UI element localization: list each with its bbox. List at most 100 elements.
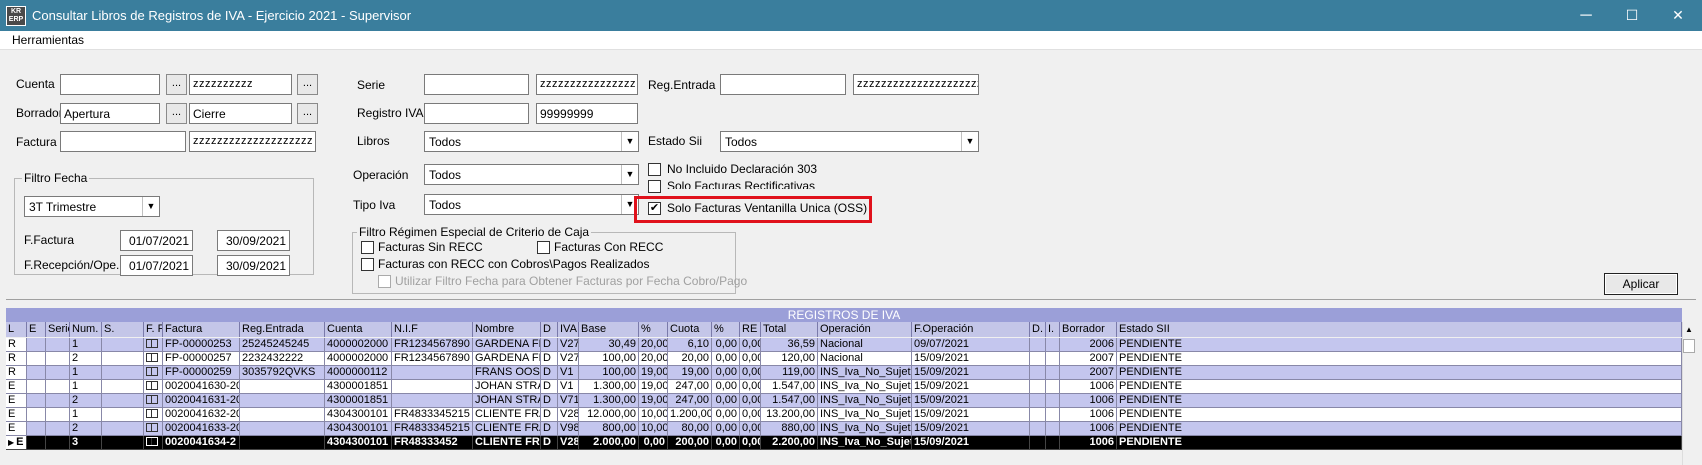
scroll-thumb[interactable] — [1683, 339, 1695, 353]
col-header-e[interactable]: E — [27, 322, 46, 337]
book-icon[interactable] — [146, 353, 158, 362]
col-header-num-reg[interactable]: Num. Reg. — [70, 322, 102, 337]
col-header-re[interactable]: RE — [740, 322, 761, 337]
col-header-d[interactable]: D — [541, 322, 558, 337]
col-header-f-factura[interactable]: F. Factura — [144, 322, 163, 337]
factura-to-input[interactable]: zzzzzzzzzzzzzzzzzzzz — [189, 131, 316, 152]
minimize-button[interactable]: ─ — [1563, 0, 1609, 31]
col-header-pct-re[interactable]: % — [712, 322, 740, 337]
book-icon[interactable] — [146, 381, 158, 390]
col-header-i[interactable]: I. — [1046, 322, 1060, 337]
cell-e — [27, 422, 46, 436]
estado-sii-select[interactable]: Todos ▼ — [720, 131, 979, 152]
col-header-factura[interactable]: Factura — [163, 322, 240, 337]
cell-operacion: INS_Iva_No_Sujeto — [818, 408, 912, 422]
reg-entrada-to-input[interactable]: zzzzzzzzzzzzzzzzzzzzz — [853, 74, 979, 95]
col-header-reg-entrada[interactable]: Reg.Entrada — [240, 322, 325, 337]
registro-iva-to-input[interactable]: 99999999 — [536, 103, 638, 124]
cell-pct: 20,00 — [639, 338, 668, 352]
fecha-period-select[interactable]: 3T Trimestre ▼ — [24, 196, 160, 217]
cuenta-from-lookup-button[interactable]: ... — [166, 74, 187, 95]
serie-from-input[interactable] — [424, 74, 529, 95]
col-header-d2[interactable]: D. — [1030, 322, 1046, 337]
menu-bar: Herramientas — [0, 31, 1702, 50]
col-header-pct[interactable]: % — [639, 322, 668, 337]
ffactura-to-input[interactable]: 30/09/2021 — [217, 230, 290, 251]
table-row[interactable]: R 1 FP-00000253 25245245245 4000002000 FR1234… — [6, 338, 1682, 352]
table-row[interactable]: E 2 0020041633-202 4304300101 FR4833345215 CL… — [6, 422, 1682, 436]
cell-operacion: Nacional — [818, 338, 912, 352]
factura-from-input[interactable] — [60, 131, 186, 152]
cell-reg-entrada — [240, 408, 325, 422]
col-header-cuota[interactable]: Cuota — [668, 322, 712, 337]
frecepcion-to-input[interactable]: 30/09/2021 — [217, 255, 290, 276]
col-header-nif[interactable]: N.I.F — [392, 322, 473, 337]
cell-l: E — [6, 394, 27, 408]
cell-d2 — [1030, 436, 1046, 450]
cell-num-reg: 2 — [70, 394, 102, 408]
col-header-estado-sii[interactable]: Estado SII — [1117, 322, 1682, 337]
borrador-from-lookup-button[interactable]: ... — [166, 103, 187, 124]
cell-total: 13.200,00 — [761, 408, 818, 422]
col-header-f-operacion[interactable]: F.Operación — [912, 322, 1030, 337]
frecepcion-from-input[interactable]: 01/07/2021 — [120, 255, 193, 276]
borrador-to-lookup-button[interactable]: ... — [297, 103, 318, 124]
cell-s — [102, 352, 144, 366]
col-header-serie[interactable]: Serie — [46, 322, 70, 337]
cell-factura: 0020041633-202 — [163, 422, 240, 436]
operacion-select[interactable]: Todos ▼ — [424, 164, 639, 185]
cell-d2 — [1030, 380, 1046, 394]
ffactura-from-input[interactable]: 01/07/2021 — [120, 230, 193, 251]
book-icon[interactable] — [146, 367, 158, 376]
borrador-to-input[interactable]: Cierre — [189, 103, 292, 124]
col-header-iva[interactable]: IVA — [558, 322, 579, 337]
registro-iva-label: Registro IVA — [357, 106, 424, 120]
no-303-checkbox[interactable] — [648, 163, 661, 176]
cell-cuenta: 4304300101 — [325, 436, 392, 450]
book-icon[interactable] — [146, 409, 158, 418]
cuenta-from-input[interactable] — [60, 74, 160, 95]
scroll-up-icon[interactable]: ▲ — [1682, 322, 1696, 338]
col-header-nombre[interactable]: Nombre — [473, 322, 541, 337]
col-header-borrador[interactable]: Borrador — [1060, 322, 1117, 337]
serie-to-input[interactable]: zzzzzzzzzzzzzzzz — [536, 74, 638, 95]
col-header-base[interactable]: Base — [579, 322, 639, 337]
con-recc-checkbox[interactable] — [537, 241, 550, 254]
cell-f-factura — [144, 366, 163, 380]
col-header-total[interactable]: Total — [761, 322, 818, 337]
book-icon[interactable] — [146, 423, 158, 432]
table-row[interactable]: E 1 0020041630-202 4300001851 JOHAN STRAUSSD… — [6, 380, 1682, 394]
rectificativas-checkbox[interactable] — [648, 180, 661, 193]
libros-select[interactable]: Todos ▼ — [424, 131, 639, 152]
table-row[interactable]: E 2 0020041631-202 4300001851 JOHAN STRAUSSD… — [6, 394, 1682, 408]
cell-i — [1046, 380, 1060, 394]
close-button[interactable]: ✕ — [1655, 0, 1701, 31]
cuenta-to-lookup-button[interactable]: ... — [297, 74, 318, 95]
col-header-s[interactable]: S. — [102, 322, 144, 337]
table-row[interactable]: ▶ E 3 0020041634-2 4304300101 FR48333452 CLIEN… — [6, 436, 1682, 450]
cell-l: R — [6, 352, 27, 366]
book-icon[interactable] — [146, 339, 158, 348]
book-icon[interactable] — [146, 395, 158, 404]
sin-recc-checkbox[interactable] — [361, 241, 374, 254]
maximize-button[interactable]: ☐ — [1609, 0, 1655, 31]
recc-cobros-checkbox[interactable] — [361, 258, 374, 271]
table-row[interactable]: E 1 0020041632-202 4304300101 FR4833345215 CL… — [6, 408, 1682, 422]
cuenta-to-input[interactable]: zzzzzzzzzz — [189, 74, 292, 95]
title-bar: KR ERP Consultar Libros de Registros de I… — [0, 0, 1702, 31]
col-header-l[interactable]: L — [6, 322, 27, 337]
apply-button[interactable]: Aplicar — [1604, 273, 1678, 295]
tipo-iva-select[interactable]: Todos ▼ — [424, 194, 639, 215]
reg-entrada-from-input[interactable] — [720, 74, 846, 95]
cell-num-reg: 3 — [70, 436, 102, 450]
menu-herramientas[interactable]: Herramientas — [12, 33, 84, 47]
cell-operacion: INS_Iva_No_Sujeto — [818, 380, 912, 394]
cell-nombre: GARDENA FRANCE — [473, 352, 541, 366]
registro-iva-from-input[interactable] — [424, 103, 529, 124]
book-icon[interactable] — [146, 437, 158, 446]
col-header-operacion[interactable]: Operación — [818, 322, 912, 337]
table-row[interactable]: R 1 FP-00000259 3035792QVKS 4000000112 FRANS … — [6, 366, 1682, 380]
borrador-from-input[interactable]: Apertura — [60, 103, 160, 124]
col-header-cuenta[interactable]: Cuenta — [325, 322, 392, 337]
table-row[interactable]: R 2 FP-00000257 2232432222 4000002000 FR12345… — [6, 352, 1682, 366]
